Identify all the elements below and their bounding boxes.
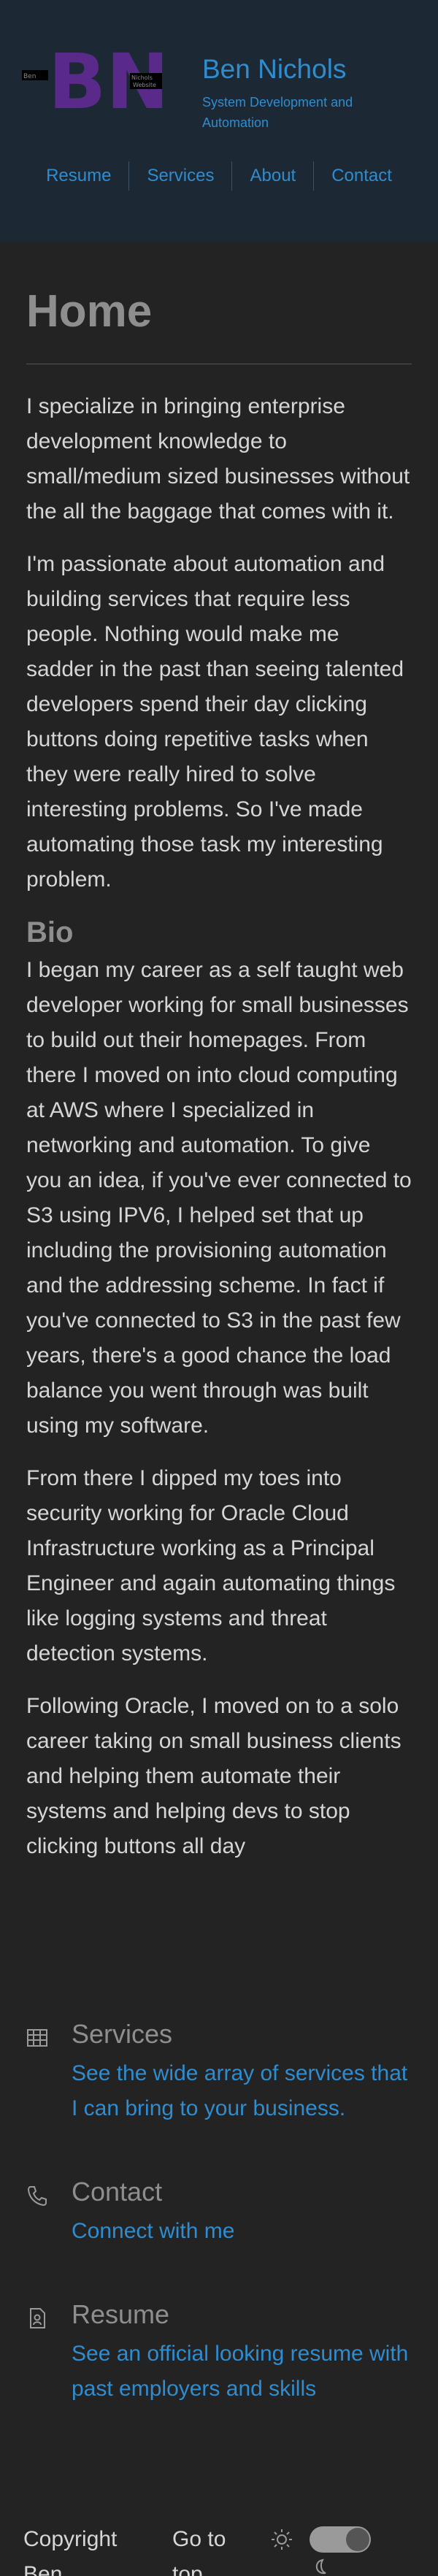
grid-icon: [27, 2029, 47, 2047]
services-link[interactable]: See the wide array of services that I ca…: [72, 2056, 415, 2126]
sun-icon: [272, 2529, 292, 2550]
contact-link[interactable]: Connect with me: [72, 2214, 415, 2249]
services-block: Services See the wide array of services …: [26, 2018, 420, 2128]
nav-item-services[interactable]: Services: [129, 161, 231, 191]
bio-heading: Bio: [26, 916, 74, 948]
logo-small-right-top: Nichols: [131, 74, 153, 81]
intro-paragraph: I'm passionate about automation and buil…: [26, 552, 404, 892]
copyright-text: Copyright Ben: [23, 2527, 118, 2576]
bio-paragraph: I began my career as a self taught web d…: [26, 958, 412, 1438]
site-logo[interactable]: Ben BN Nichols Website: [19, 44, 162, 114]
logo-small-right-bottom: Website: [133, 82, 156, 88]
resume-title: Resume: [72, 2299, 170, 2329]
contact-block: Contact Connect with me: [26, 2176, 420, 2256]
logo-small-left: Ben: [23, 73, 36, 80]
site-tagline: System Development and Automation: [202, 95, 353, 130]
nav-item-contact[interactable]: Contact: [314, 161, 410, 191]
theme-toggle[interactable]: [310, 2526, 371, 2553]
site-title[interactable]: Ben Nichols: [202, 54, 346, 85]
document-icon: [30, 2308, 45, 2328]
services-title: Services: [72, 2019, 173, 2049]
site-footer: Copyright Ben Go to top: [0, 2512, 438, 2576]
main-content: Home I specialize in bringing enterprise…: [26, 285, 412, 1864]
bio-paragraph: Following Oracle, I moved on to a solo c…: [26, 1694, 402, 1858]
main-nav: Resume Services About Contact: [0, 159, 438, 193]
go-to-top-link[interactable]: Go to top: [172, 2522, 253, 2576]
contact-title: Contact: [72, 2177, 163, 2207]
page-title: Home: [26, 286, 153, 337]
bio-paragraph: From there I dipped my toes into securit…: [26, 1466, 396, 1665]
resume-block: Resume See an official looking resume wi…: [26, 2299, 420, 2408]
phone-icon: [27, 2186, 47, 2207]
resume-link[interactable]: See an official looking resume with past…: [72, 2337, 415, 2407]
nav-item-about[interactable]: About: [232, 161, 313, 191]
intro-paragraph: I specialize in bringing enterprise deve…: [26, 394, 410, 524]
site-header: Ben BN Nichols Website Ben Nichols Syste…: [0, 0, 438, 242]
theme-toggle-knob: [346, 2528, 369, 2551]
moon-icon: [315, 2558, 326, 2575]
nav-item-resume[interactable]: Resume: [28, 161, 128, 191]
